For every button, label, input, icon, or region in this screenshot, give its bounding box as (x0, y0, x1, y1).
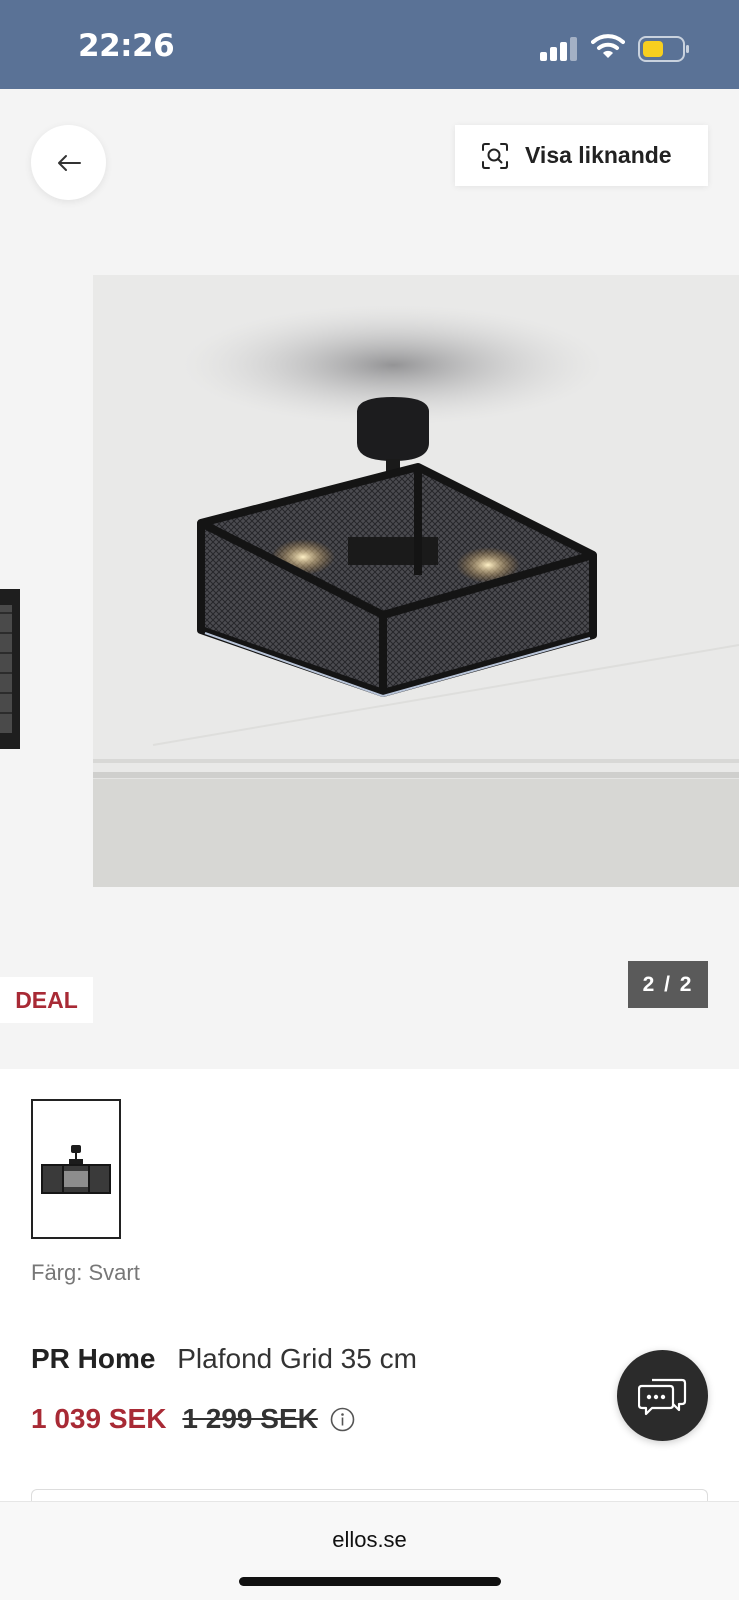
product-image[interactable] (93, 275, 739, 887)
visual-search-icon (482, 142, 508, 169)
color-label: Färg: Svart (31, 1260, 140, 1285)
product-page: 22:26 Visa liknande DEAL 2 / 2 Färg: Sva… (0, 0, 739, 1600)
battery-icon (638, 36, 689, 62)
chat-bubbles-icon (637, 1378, 686, 1415)
deal-badge: DEAL (0, 977, 93, 1023)
url-text[interactable]: ellos.se (0, 1527, 739, 1553)
back-button[interactable] (31, 125, 106, 200)
arrow-left-icon (57, 154, 81, 171)
original-price: 1 299 SEK (182, 1403, 318, 1434)
cellular-signal-icon (540, 37, 578, 61)
status-bar: 22:26 (0, 0, 739, 89)
thumbnail-image (41, 1145, 111, 1194)
home-indicator[interactable] (239, 1577, 501, 1586)
product-name: Plafond Grid 35 cm (177, 1343, 417, 1374)
show-similar-label: Visa liknande (525, 142, 672, 168)
info-icon[interactable] (330, 1407, 355, 1432)
product-gallery[interactable]: Visa liknande DEAL 2 / 2 (0, 89, 739, 1069)
current-price: 1 039 SEK (31, 1403, 167, 1434)
wifi-icon (591, 34, 625, 58)
previous-image-peek[interactable] (0, 583, 23, 755)
image-pager: 2 / 2 (628, 961, 708, 1008)
product-title: PR Home Plafond Grid 35 cm (31, 1343, 417, 1375)
chat-button[interactable] (617, 1350, 708, 1441)
color-thumbnail-black[interactable] (31, 1099, 121, 1239)
show-similar-button[interactable]: Visa liknande (455, 125, 708, 186)
brand-name[interactable]: PR Home (31, 1343, 155, 1374)
price-row: 1 039 SEK 1 299 SEK (31, 1403, 355, 1435)
status-time: 22:26 (78, 28, 175, 64)
browser-address-bar[interactable]: ellos.se (0, 1501, 739, 1600)
